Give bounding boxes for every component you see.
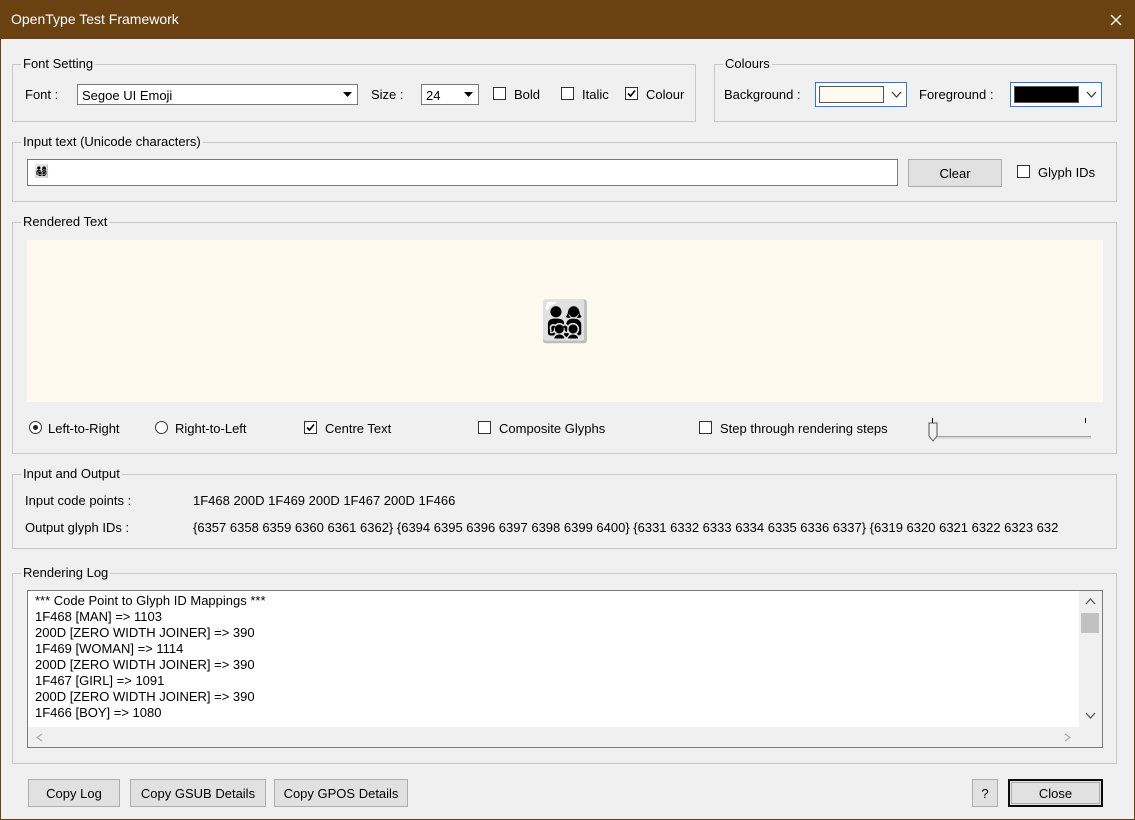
window-close-button[interactable] <box>1096 0 1135 39</box>
log-line: 200D [ZERO WIDTH JOINER] => 390 <box>35 689 255 704</box>
composite-glyphs-label: Composite Glyphs <box>499 421 606 436</box>
bold-checkbox[interactable] <box>493 87 506 100</box>
log-line: 1F469 [WOMAN] => 1114 <box>35 641 184 656</box>
bold-label: Bold <box>514 87 541 102</box>
italic-checkbox[interactable] <box>561 87 574 100</box>
step-rendering-label: Step through rendering steps <box>720 421 888 436</box>
centre-text-label: Centre Text <box>325 421 392 436</box>
close-label: Close <box>1038 785 1073 801</box>
background-colour-swatch <box>819 86 884 103</box>
input-text-legend: Input text (Unicode characters) <box>21 134 203 149</box>
log-line: *** Code Point to Glyph ID Mappings *** <box>35 593 266 608</box>
vertical-scrollbar[interactable] <box>1079 591 1102 727</box>
font-setting-legend: Font Setting <box>21 56 96 71</box>
font-label: Font : <box>25 87 59 102</box>
slider-tick-right <box>1085 418 1086 423</box>
copy-log-label: Copy Log <box>46 785 102 801</box>
colour-checkbox[interactable] <box>625 87 638 100</box>
glyph-ids-checkbox[interactable] <box>1017 165 1030 178</box>
input-text-value: 👨‍👩‍👧‍👦 <box>34 164 49 178</box>
composite-glyphs-checkbox[interactable] <box>478 421 491 434</box>
output-glyph-ids-value: {6357 6358 6359 6360 6361 6362} {6394 63… <box>193 520 1059 535</box>
copy-gpos-label: Copy GPOS Details <box>283 785 399 801</box>
log-line: 1F466 [BOY] => 1080 <box>35 705 162 720</box>
log-line: 1F467 [GIRL] => 1091 <box>35 673 165 688</box>
input-code-points-label: Input code points : <box>25 493 132 508</box>
log-line: 1F468 [MAN] => 1103 <box>35 609 162 624</box>
slider-track <box>932 436 1091 439</box>
italic-label: Italic <box>582 87 609 102</box>
glyph-ids-label: Glyph IDs <box>1038 165 1096 180</box>
log-line: 200D [ZERO WIDTH JOINER] => 390 <box>35 625 255 640</box>
copy-gsub-button[interactable]: Copy GSUB Details <box>130 779 266 807</box>
close-icon <box>1110 14 1121 25</box>
check-icon <box>306 423 315 432</box>
help-label: ? <box>981 785 989 801</box>
foreground-label: Foreground : <box>919 87 994 102</box>
font-select-value: Segoe UI Emoji <box>82 88 173 103</box>
colour-label: Colour <box>646 87 685 102</box>
title-bar: OpenType Test Framework <box>0 0 1135 39</box>
colours-legend: Colours <box>723 56 772 71</box>
rendering-log-textarea[interactable]: *** Code Point to Glyph ID Mappings *** … <box>27 590 1103 748</box>
scroll-left-icon[interactable] <box>36 733 43 742</box>
scroll-up-icon[interactable] <box>1085 598 1096 605</box>
size-label: Size : <box>371 87 404 102</box>
vertical-scroll-thumb[interactable] <box>1081 613 1099 633</box>
rendered-emoji: 👨‍👩‍👧‍👦 <box>540 298 590 345</box>
clear-button-label: Clear <box>939 165 971 181</box>
foreground-colour-swatch <box>1014 86 1079 103</box>
slider-thumb[interactable] <box>928 422 939 442</box>
input-text-field[interactable]: 👨‍👩‍👧‍👦 <box>27 159 898 186</box>
chevron-down-icon[interactable] <box>1083 86 1100 103</box>
help-button[interactable]: ? <box>972 779 998 807</box>
input-code-points-value: 1F468 200D 1F469 200D 1F467 200D 1F466 <box>193 493 456 508</box>
log-line: 200D [ZERO WIDTH JOINER] => 390 <box>35 657 255 672</box>
background-colour-select[interactable] <box>815 82 907 107</box>
size-select-value: 24 <box>426 88 441 103</box>
copy-gpos-button[interactable]: Copy GPOS Details <box>274 779 408 807</box>
size-select[interactable]: 24 <box>421 84 479 105</box>
step-slider[interactable] <box>928 416 1093 442</box>
ltr-radio[interactable] <box>29 421 42 434</box>
chevron-down-icon[interactable] <box>339 86 356 103</box>
copy-gsub-label: Copy GSUB Details <box>140 785 256 801</box>
rtl-radio[interactable] <box>155 421 168 434</box>
copy-log-button[interactable]: Copy Log <box>28 779 120 807</box>
clear-button[interactable]: Clear <box>908 159 1002 187</box>
chevron-down-icon[interactable] <box>888 86 905 103</box>
check-icon <box>627 89 636 98</box>
horizontal-scrollbar[interactable] <box>28 727 1079 747</box>
rtl-label: Right-to-Left <box>175 421 247 436</box>
chevron-down-icon[interactable] <box>460 86 477 103</box>
scroll-right-icon[interactable] <box>1064 733 1071 742</box>
render-canvas: 👨‍👩‍👧‍👦 <box>27 240 1103 402</box>
background-label: Background : <box>724 87 801 102</box>
rendering-log-legend: Rendering Log <box>21 565 111 580</box>
scrollbar-corner <box>1079 727 1102 747</box>
close-button[interactable]: Close <box>1008 779 1103 807</box>
output-glyph-ids-label: Output glyph IDs : <box>25 520 130 535</box>
output-glyph-ids-clip: {6357 6358 6359 6360 6361 6362} {6394 63… <box>193 520 1103 538</box>
centre-text-checkbox[interactable] <box>304 421 317 434</box>
input-output-legend: Input and Output <box>21 466 122 481</box>
font-select[interactable]: Segoe UI Emoji <box>77 84 358 105</box>
window-title: OpenType Test Framework <box>11 11 179 27</box>
rendered-text-legend: Rendered Text <box>21 214 110 229</box>
ltr-label: Left-to-Right <box>48 421 120 436</box>
scroll-down-icon[interactable] <box>1085 712 1096 719</box>
foreground-colour-select[interactable] <box>1010 82 1102 107</box>
step-rendering-checkbox[interactable] <box>699 421 712 434</box>
log-lines: *** Code Point to Glyph ID Mappings *** … <box>35 593 266 721</box>
